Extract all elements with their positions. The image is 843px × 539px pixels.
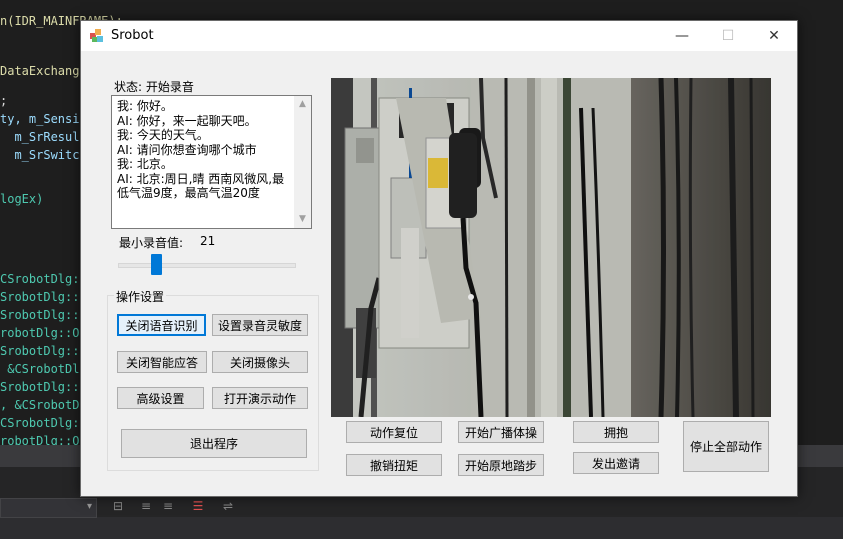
close-button[interactable]: ✕: [751, 21, 797, 51]
camera-feed: [331, 78, 771, 417]
srobot-dialog: Srobot — ☐ ✕ 状态: 开始录音 我: 你好。 AI: 你好，来一起聊…: [80, 20, 798, 497]
code-line: , &CSrobotDl: [0, 398, 87, 412]
code-line: SrobotDlg::: [0, 380, 80, 394]
code-line: SrobotDlg::: [0, 290, 80, 304]
ide-tool-icon[interactable]: ≡: [160, 498, 176, 514]
close-camera-button[interactable]: 关闭摄像头: [212, 351, 308, 373]
window-title: Srobot: [111, 28, 154, 43]
advanced-settings-button[interactable]: 高级设置: [117, 387, 204, 409]
ide-wrap-icon[interactable]: ⇌: [220, 498, 236, 514]
chat-line: 我: 北京。: [117, 157, 173, 171]
stop-all-actions-button[interactable]: 停止全部动作: [683, 421, 769, 472]
close-smart-reply-button[interactable]: 关闭智能应答: [117, 351, 207, 373]
chat-scrollbar[interactable]: ▲ ▼: [294, 96, 311, 228]
ide-tool-icon[interactable]: ⊟: [110, 498, 126, 514]
action-reset-button[interactable]: 动作复位: [346, 421, 442, 443]
maximize-button[interactable]: ☐: [705, 21, 751, 51]
start-broadcast-exercise-button[interactable]: 开始广播体操: [458, 421, 544, 443]
code-line: SrobotDlg::C: [0, 344, 87, 358]
chat-line: AI: 你好，来一起聊天吧。: [117, 113, 257, 128]
chevron-down-icon[interactable]: ▼: [294, 211, 311, 228]
set-sensitivity-button[interactable]: 设置录音灵敏度: [212, 314, 308, 336]
code-line: CSrobotDlg::: [0, 416, 87, 430]
status-label: 状态: 开始录音: [114, 80, 194, 94]
chat-text: 我: 你好。 AI: 你好，来一起聊天吧。 我: 今天的天气。 AI: 请问你想…: [117, 99, 293, 201]
ide-dropdown[interactable]: ▾: [0, 498, 97, 518]
undo-torque-button[interactable]: 撤销扭矩: [346, 454, 442, 476]
slider-thumb[interactable]: [151, 254, 162, 275]
close-speech-button[interactable]: 关闭语音识别: [117, 314, 206, 336]
minimize-button[interactable]: —: [659, 21, 705, 51]
hug-button[interactable]: 拥抱: [573, 421, 659, 443]
exit-button[interactable]: 退出程序: [121, 429, 307, 458]
code-line: logEx): [0, 192, 44, 206]
ops-legend: 操作设置: [114, 288, 167, 305]
code-line: CSrobotDlg:: [0, 272, 80, 286]
slider-track: [118, 263, 296, 268]
open-demo-button[interactable]: 打开演示动作: [212, 387, 308, 409]
chat-line: AI: 请问你想查询哪个城市: [117, 142, 257, 157]
robot-app-icon: [90, 29, 103, 42]
title-bar[interactable]: Srobot — ☐ ✕: [81, 21, 797, 51]
chat-line: AI: 北京:周日,晴 西南风微风,最低气温9度，最高气温20度: [117, 171, 285, 201]
code-line: &CSrobotDlg: [0, 362, 87, 376]
chat-line: 我: 今天的天气。: [117, 128, 209, 142]
code-line: m_SrResult: [0, 130, 87, 144]
start-stepping-button[interactable]: 开始原地踏步: [458, 454, 544, 476]
code-line: ty, m_Sensit: [0, 112, 87, 126]
ide-tool-icon[interactable]: ≡: [138, 498, 154, 514]
min-volume-label: 最小录音值:: [119, 236, 184, 250]
ide-clear-icon[interactable]: ☰: [190, 498, 206, 514]
min-volume-slider[interactable]: [116, 254, 296, 276]
code-line: SrobotDlg::: [0, 308, 80, 322]
code-line: m_SrSwitch: [0, 148, 87, 162]
code-line: robotDlg::On: [0, 326, 87, 340]
chat-line: 我: 你好。: [117, 99, 173, 113]
send-invite-button[interactable]: 发出邀请: [573, 452, 659, 474]
chat-log[interactable]: 我: 你好。 AI: 你好，来一起聊天吧。 我: 今天的天气。 AI: 请问你想…: [111, 95, 312, 229]
min-volume-value: 21: [200, 234, 216, 248]
code-line: ;: [0, 94, 8, 108]
chevron-up-icon[interactable]: ▲: [294, 96, 311, 113]
